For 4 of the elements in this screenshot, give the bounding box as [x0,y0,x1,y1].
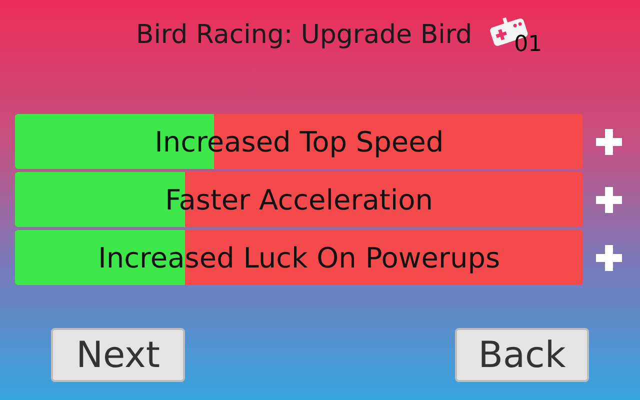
screen-title: Bird Racing: Upgrade Bird [136,20,472,50]
nav-button[interactable]: Back [455,328,589,382]
level-number: 01 [514,34,542,56]
nav-button[interactable]: Next [51,328,185,382]
